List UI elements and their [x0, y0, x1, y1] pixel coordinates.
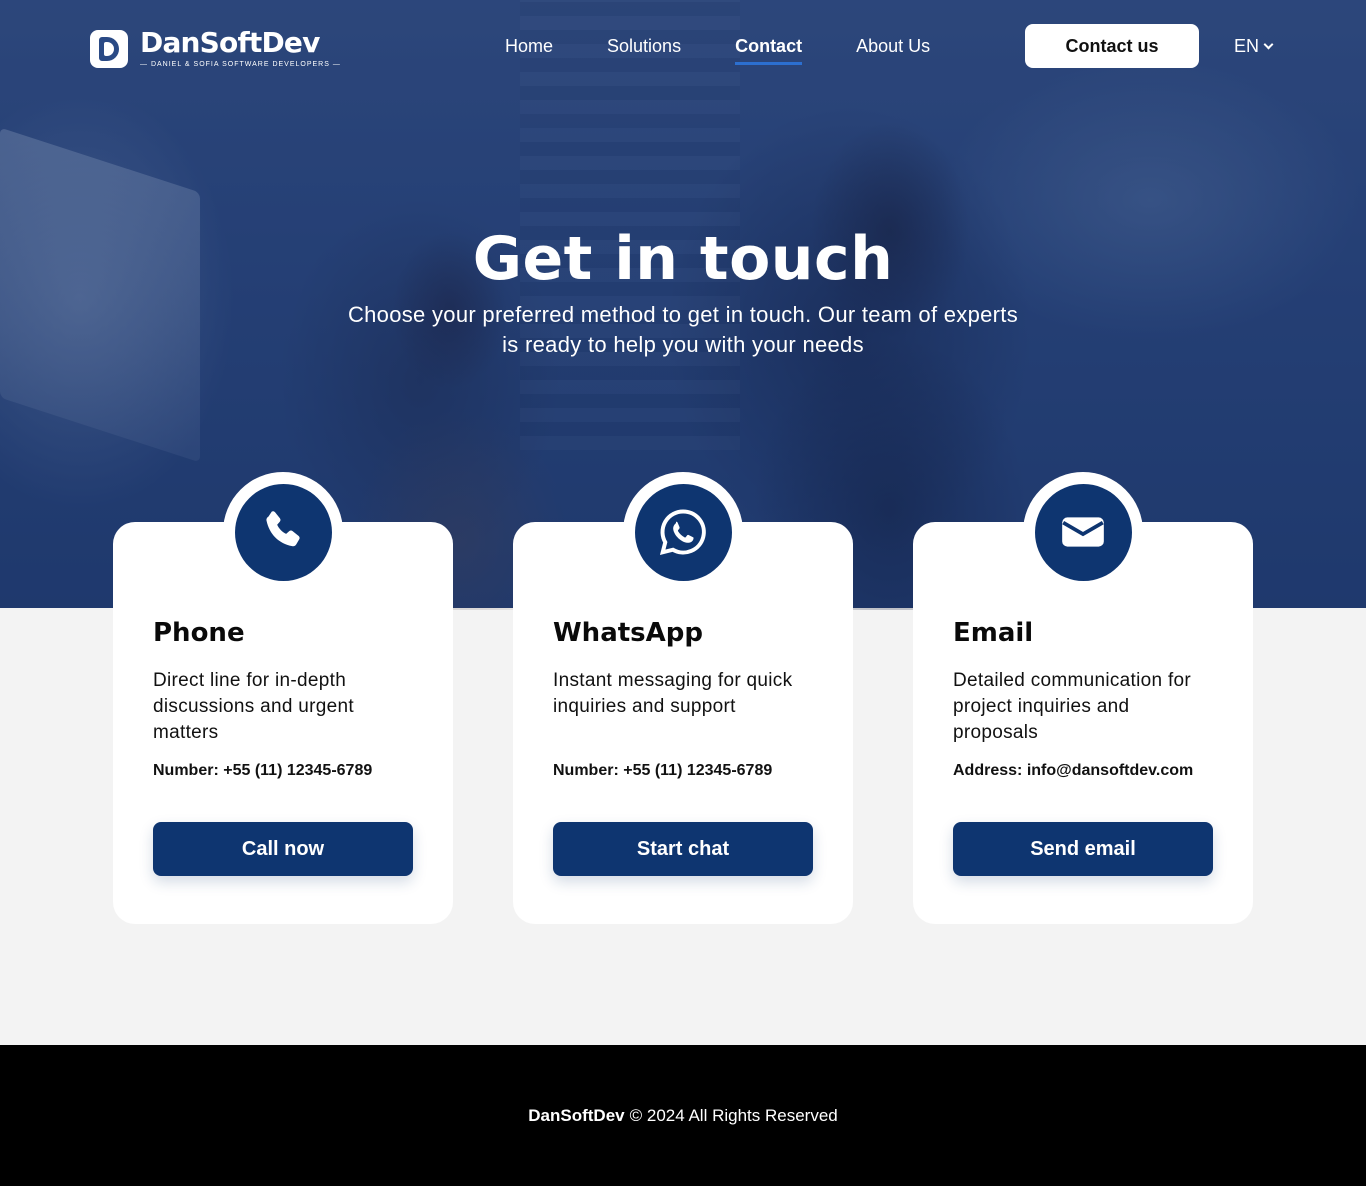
- card-contact-info: Number: +55 (11) 12345-6789: [553, 762, 823, 780]
- nav-link-solutions[interactable]: Solutions: [607, 36, 681, 65]
- card-info-label: Address:: [953, 762, 1023, 779]
- card-description: Direct line for in-depth discussions and…: [153, 670, 354, 743]
- card-info-value: +55 (11) 12345-6789: [223, 762, 373, 779]
- card-info-label: Number:: [153, 762, 219, 779]
- chevron-down-icon: [1263, 39, 1274, 50]
- call-now-button[interactable]: Call now: [153, 822, 413, 876]
- card-description: Instant messaging for quick inquiries an…: [553, 670, 793, 717]
- card-title: WhatsApp: [553, 618, 703, 648]
- logo-tagline: — DANIEL & SOFIA SOFTWARE DEVELOPERS —: [140, 61, 341, 68]
- contact-us-button[interactable]: Contact us: [1025, 24, 1199, 68]
- contact-card-email: Email Detailed communication for project…: [913, 472, 1253, 924]
- card-title: Email: [953, 618, 1034, 648]
- card-info-value: +55 (11) 12345-6789: [623, 762, 773, 779]
- envelope-icon: [1034, 483, 1132, 581]
- phone-icon: [234, 483, 332, 581]
- card-icon-ring: [223, 472, 343, 592]
- card-icon-ring: [623, 472, 743, 592]
- card-contact-info: Address: info@dansoftdev.com: [953, 762, 1223, 780]
- language-selector[interactable]: EN: [1234, 36, 1274, 57]
- nav-link-about-us[interactable]: About Us: [856, 36, 930, 65]
- card-info-value: info@dansoftdev.com: [1026, 762, 1194, 779]
- nav-link-contact[interactable]: Contact: [735, 36, 803, 65]
- hero-title: Get in touch: [472, 224, 894, 294]
- contact-card-whatsapp: WhatsApp Instant messaging for quick inq…: [513, 472, 853, 924]
- main-menu: Home Solutions Contact About Us: [505, 36, 984, 65]
- nav-link-home[interactable]: Home: [505, 36, 553, 65]
- footer-copyright: © 2024 All Rights Reserved: [629, 1105, 838, 1125]
- logo-icon: [90, 30, 128, 68]
- card-title: Phone: [153, 618, 245, 648]
- send-email-button[interactable]: Send email: [953, 822, 1213, 876]
- card-description: Detailed communication for project inqui…: [953, 670, 1192, 743]
- start-chat-button[interactable]: Start chat: [553, 822, 813, 876]
- footer-brand: DanSoftDev: [528, 1105, 625, 1125]
- contact-card-phone: Phone Direct line for in-depth discussio…: [113, 472, 453, 924]
- brand-logo[interactable]: DanSoftDev — DANIEL & SOFIA SOFTWARE DEV…: [90, 28, 341, 70]
- card-icon-ring: [1023, 472, 1143, 592]
- logo-text: DanSoftDev — DANIEL & SOFIA SOFTWARE DEV…: [140, 28, 341, 70]
- whatsapp-icon: [634, 483, 732, 581]
- card-contact-info: Number: +55 (11) 12345-6789: [153, 762, 423, 780]
- language-label: EN: [1234, 36, 1260, 56]
- logo-name: DanSoftDev: [140, 26, 320, 59]
- top-navigation: DanSoftDev — DANIEL & SOFIA SOFTWARE DEV…: [0, 0, 1366, 92]
- site-footer: DanSoftDev © 2024 All Rights Reserved: [0, 1045, 1366, 1186]
- card-info-label: Number:: [553, 762, 619, 779]
- hero-subtitle: Choose your preferred method to get in t…: [347, 302, 1019, 357]
